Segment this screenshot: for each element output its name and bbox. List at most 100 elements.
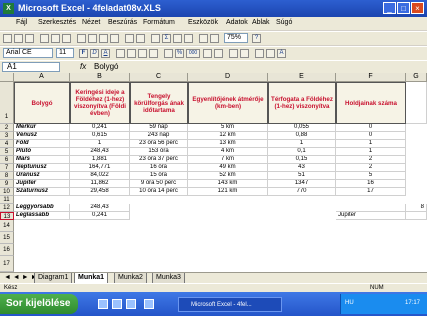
menu-window[interactable]: Ablak bbox=[252, 19, 270, 26]
row-header[interactable]: 15 bbox=[0, 232, 14, 244]
quicklaunch-icon[interactable] bbox=[126, 299, 136, 309]
moons-cell[interactable]: 5 bbox=[336, 172, 406, 180]
rotation-cell[interactable]: 59 nap bbox=[130, 124, 188, 132]
row-header[interactable]: 3 bbox=[0, 132, 14, 140]
rotation-cell[interactable]: 153 óra bbox=[130, 148, 188, 156]
orbit-cell[interactable]: 248,43 bbox=[70, 148, 130, 156]
moons-cell[interactable]: 16 bbox=[336, 180, 406, 188]
diameter-cell[interactable]: 4 km bbox=[188, 148, 268, 156]
moons-cell[interactable]: 2 bbox=[336, 156, 406, 164]
menu-insert[interactable]: Beszúrás bbox=[108, 19, 137, 26]
planet-name-cell[interactable]: Vénusz bbox=[14, 132, 70, 140]
currency-icon[interactable] bbox=[164, 49, 173, 58]
orbit-cell[interactable]: 164,771 bbox=[70, 164, 130, 172]
menu-help[interactable]: Súgó bbox=[276, 19, 292, 26]
row-header[interactable]: 6 bbox=[0, 156, 14, 164]
formula-input[interactable]: Bolygó bbox=[94, 62, 118, 71]
moons-cell[interactable]: 1 bbox=[336, 140, 406, 148]
summary-f-cell[interactable]: Jupiter bbox=[336, 212, 406, 220]
menu-data[interactable]: Adatok bbox=[226, 19, 248, 26]
spell-check-icon[interactable] bbox=[62, 34, 71, 43]
summary-g-cell[interactable]: 8 bbox=[406, 204, 427, 212]
volume-cell[interactable]: 51 bbox=[268, 172, 336, 180]
column-header-d[interactable]: D bbox=[188, 73, 268, 82]
orbit-cell[interactable]: 1,881 bbox=[70, 156, 130, 164]
increase-indent-icon[interactable] bbox=[240, 49, 249, 58]
summary-f-cell[interactable] bbox=[336, 204, 406, 212]
rotation-cell[interactable]: 15 óra bbox=[130, 172, 188, 180]
chart-wizard-icon[interactable] bbox=[199, 34, 208, 43]
header-cell-diameter[interactable]: Egyenlítőjének átmérője (km-ben) bbox=[188, 82, 268, 124]
font-name-select[interactable]: Arial CE bbox=[3, 48, 53, 58]
format-painter-icon[interactable] bbox=[110, 34, 119, 43]
save-icon[interactable] bbox=[25, 34, 34, 43]
column-header-g[interactable]: G bbox=[406, 73, 427, 82]
paste-icon[interactable] bbox=[99, 34, 108, 43]
volume-cell[interactable]: 0,055 bbox=[268, 124, 336, 132]
language-indicator[interactable]: HU bbox=[345, 300, 354, 306]
row-header[interactable]: 16 bbox=[0, 244, 14, 256]
row-header[interactable]: 8 bbox=[0, 172, 14, 180]
summary-value-cell[interactable]: 0,241 bbox=[70, 212, 130, 220]
bold-button[interactable]: F bbox=[79, 49, 88, 58]
diameter-cell[interactable]: 12 km bbox=[188, 132, 268, 140]
rotation-cell[interactable]: 9 óra 50 perc bbox=[130, 180, 188, 188]
italic-button[interactable]: D bbox=[90, 49, 99, 58]
autosum-icon[interactable]: Σ bbox=[162, 34, 171, 43]
row-header[interactable]: 2 bbox=[0, 124, 14, 132]
column-header-e[interactable]: E bbox=[268, 73, 336, 82]
print-preview-icon[interactable] bbox=[51, 34, 60, 43]
align-right-icon[interactable] bbox=[138, 49, 147, 58]
summary-label-cell[interactable]: Leglassabb bbox=[14, 212, 70, 220]
redo-icon[interactable] bbox=[136, 34, 145, 43]
cut-icon[interactable] bbox=[77, 34, 86, 43]
zoom-select[interactable]: 75% bbox=[224, 33, 248, 43]
hyperlink-icon[interactable] bbox=[151, 34, 160, 43]
open-icon[interactable] bbox=[14, 34, 23, 43]
volume-cell[interactable]: 770 bbox=[268, 188, 336, 196]
diameter-cell[interactable]: 49 km bbox=[188, 164, 268, 172]
volume-cell[interactable]: 0,1 bbox=[268, 148, 336, 156]
rotation-cell[interactable]: 243 nap bbox=[130, 132, 188, 140]
row-header[interactable]: 7 bbox=[0, 164, 14, 172]
menu-view[interactable]: Nézet bbox=[82, 19, 100, 26]
diameter-cell[interactable]: 5 km bbox=[188, 124, 268, 132]
volume-cell[interactable]: 1347 bbox=[268, 180, 336, 188]
row-header-selected[interactable]: 13 bbox=[0, 212, 14, 220]
planet-name-cell[interactable]: Jupiter bbox=[14, 180, 70, 188]
row-header[interactable]: 10 bbox=[0, 188, 14, 196]
orbit-cell[interactable]: 0,615 bbox=[70, 132, 130, 140]
close-button[interactable]: × bbox=[411, 2, 424, 14]
header-cell-volume[interactable]: Térfogata a Földéhez (1-hez) viszonyítva bbox=[268, 82, 336, 124]
volume-cell[interactable]: 43 bbox=[268, 164, 336, 172]
orbit-cell[interactable]: 29,458 bbox=[70, 188, 130, 196]
help-icon[interactable]: ? bbox=[252, 34, 261, 43]
column-header-c[interactable]: C bbox=[130, 73, 188, 82]
planet-name-cell[interactable]: Mars bbox=[14, 156, 70, 164]
row-header-1[interactable]: 1 bbox=[0, 82, 14, 124]
planet-name-cell[interactable]: Merkúr bbox=[14, 124, 70, 132]
align-center-icon[interactable] bbox=[127, 49, 136, 58]
rotation-cell[interactable]: 23 óra 56 perc bbox=[130, 140, 188, 148]
sheet-nav-buttons[interactable]: ◄ ◄ ► ► bbox=[4, 274, 38, 281]
planet-name-cell[interactable]: Plútó bbox=[14, 148, 70, 156]
align-left-icon[interactable] bbox=[116, 49, 125, 58]
percent-button[interactable]: % bbox=[175, 49, 184, 58]
decrease-decimal-icon[interactable] bbox=[214, 49, 223, 58]
planet-name-cell[interactable]: Neptunusz bbox=[14, 164, 70, 172]
orbit-cell[interactable]: 11,862 bbox=[70, 180, 130, 188]
taskbar-excel-button[interactable]: Microsoft Excel - 4fel... bbox=[178, 297, 282, 312]
row-header[interactable]: 5 bbox=[0, 148, 14, 156]
merge-center-icon[interactable] bbox=[149, 49, 158, 58]
header-cell-moons[interactable]: Holdjainak száma bbox=[336, 82, 406, 124]
new-icon[interactable] bbox=[3, 34, 12, 43]
cell[interactable] bbox=[406, 82, 427, 124]
sort-desc-icon[interactable] bbox=[184, 34, 193, 43]
row-header[interactable]: 17 bbox=[0, 256, 14, 272]
diameter-cell[interactable]: 143 km bbox=[188, 180, 268, 188]
fill-color-icon[interactable] bbox=[266, 49, 275, 58]
volume-cell[interactable]: 0,15 bbox=[268, 156, 336, 164]
header-cell-orbit[interactable]: Keringési ideje a Földéhez (1-hez) viszo… bbox=[70, 82, 130, 124]
drawing-icon[interactable] bbox=[210, 34, 219, 43]
moons-cell[interactable]: 1 bbox=[336, 148, 406, 156]
